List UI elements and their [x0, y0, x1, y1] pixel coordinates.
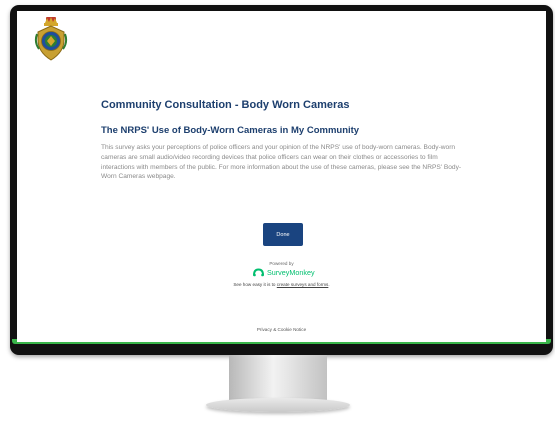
see-how-prefix: See how easy it is to — [233, 282, 277, 287]
monitor-stand-base — [206, 398, 350, 412]
see-how-suffix: . — [328, 282, 330, 287]
police-crest-logo — [34, 17, 68, 61]
surveymonkey-logo-icon — [253, 268, 264, 277]
survey-subtitle: The NRPS' Use of Body-Worn Cameras in My… — [101, 125, 360, 136]
survey-page: Community Consultation - Body Worn Camer… — [17, 11, 546, 342]
monitor-stand-neck — [229, 355, 327, 402]
surveymonkey-brand-name: SurveyMonkey — [267, 268, 315, 277]
surveymonkey-logo[interactable]: SurveyMonkey — [253, 267, 315, 278]
survey-description: This survey asks your perceptions of pol… — [101, 144, 462, 181]
see-how-text: See how easy it is to create surveys and… — [17, 282, 546, 287]
done-button[interactable]: Done — [263, 223, 303, 246]
privacy-cookie-notice-link[interactable]: Privacy & Cookie Notice — [17, 327, 546, 332]
powered-by-label: Powered by — [269, 261, 294, 266]
survey-title: Community Consultation - Body Worn Camer… — [101, 99, 350, 111]
create-surveys-link[interactable]: create surveys and forms — [277, 282, 329, 287]
